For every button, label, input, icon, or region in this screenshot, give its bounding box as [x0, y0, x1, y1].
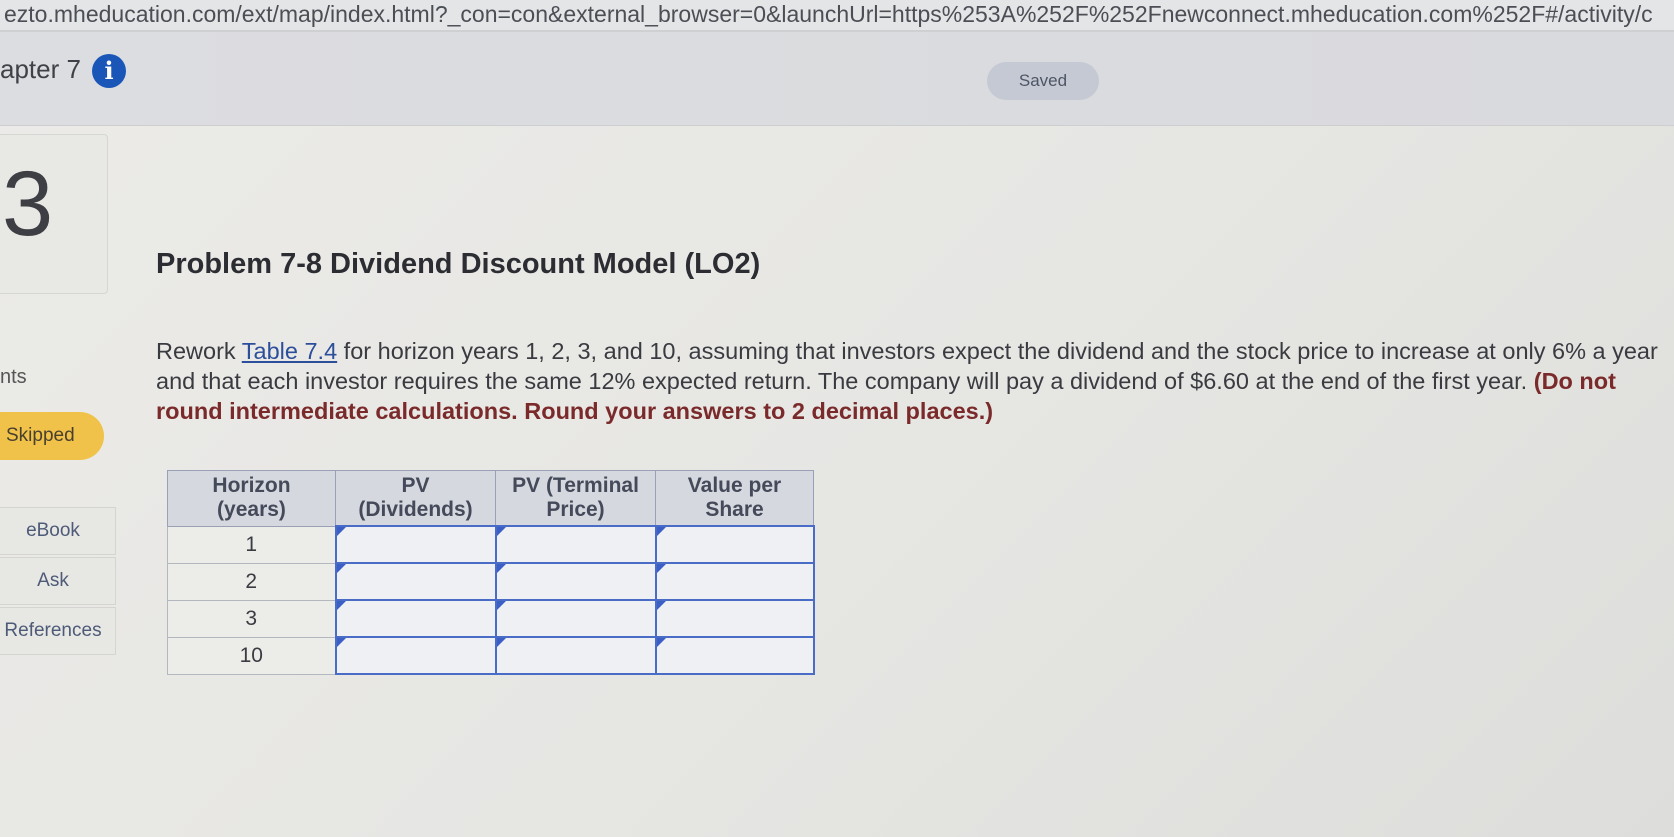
ask-button[interactable]: Ask — [0, 557, 116, 605]
prompt-text-after: for horizon years 1, 2, 3, and 10, assum… — [156, 338, 1658, 394]
header-pv-terminal-price: PV (Terminal Price) — [495, 470, 656, 527]
prompt-text-before: Rework — [156, 338, 242, 364]
pv-dividends-cell[interactable] — [334, 636, 497, 675]
answer-table: Horizon (years) PV (Dividends) PV (Termina… — [167, 470, 815, 675]
problem-prompt: Rework Table 7.4 for horizon years 1, 2,… — [156, 336, 1666, 426]
value-per-share-cell[interactable] — [654, 525, 815, 564]
horizon-cell: 1 — [167, 525, 336, 564]
value-per-share-input[interactable] — [656, 638, 813, 673]
header-value-per-share: Value per Share — [655, 470, 814, 527]
pv-terminal-input[interactable] — [496, 527, 655, 562]
value-per-share-input[interactable] — [656, 601, 813, 636]
url-text: ezto.mheducation.com/ext/map/index.html?… — [4, 1, 1653, 27]
pv-dividends-input[interactable] — [336, 527, 495, 562]
table-header-row: Horizon (years) PV (Dividends) PV (Termina… — [167, 470, 814, 527]
table-row: 3 — [167, 599, 815, 638]
pv-dividends-cell[interactable] — [334, 525, 497, 564]
header-pv-dividends: PV (Dividends) — [335, 470, 496, 527]
references-button[interactable]: References — [0, 607, 116, 655]
page: ezto.mheducation.com/ext/map/index.html?… — [0, 0, 1674, 837]
pv-dividends-cell[interactable] — [334, 599, 497, 638]
chapter-title: apter 7 — [0, 54, 81, 84]
pv-terminal-cell[interactable] — [494, 562, 657, 601]
skipped-status-badge: Skipped — [0, 412, 104, 460]
pv-terminal-cell[interactable] — [494, 599, 657, 638]
problem-title: Problem 7-8 Dividend Discount Model (LO2… — [156, 248, 761, 280]
table-row: 1 — [167, 525, 815, 564]
address-bar[interactable]: ezto.mheducation.com/ext/map/index.html?… — [0, 0, 1674, 32]
pv-dividends-cell[interactable] — [334, 562, 497, 601]
value-per-share-cell[interactable] — [654, 562, 815, 601]
pv-dividends-input[interactable] — [336, 638, 495, 673]
saved-status-badge: Saved — [987, 62, 1099, 100]
pv-dividends-input[interactable] — [336, 564, 495, 599]
pv-terminal-input[interactable] — [496, 564, 655, 599]
pv-terminal-cell[interactable] — [494, 525, 657, 564]
pv-terminal-input[interactable] — [496, 638, 655, 673]
horizon-cell: 3 — [167, 599, 336, 638]
points-label: nts — [0, 366, 27, 388]
assignment-header: apter 7 i Saved — [0, 32, 1674, 126]
table-7-4-link[interactable]: Table 7.4 — [242, 338, 337, 364]
pv-dividends-input[interactable] — [336, 601, 495, 636]
value-per-share-cell[interactable] — [654, 599, 815, 638]
header-horizon: Horizon (years) — [167, 470, 336, 527]
question-number: 3 — [2, 153, 54, 255]
ebook-button[interactable]: eBook — [0, 507, 116, 555]
pv-terminal-cell[interactable] — [494, 636, 657, 675]
info-icon[interactable]: i — [92, 54, 126, 88]
value-per-share-input[interactable] — [656, 527, 813, 562]
horizon-cell: 2 — [167, 562, 336, 601]
table-row: 10 — [167, 636, 815, 675]
value-per-share-input[interactable] — [656, 564, 813, 599]
value-per-share-cell[interactable] — [654, 636, 815, 675]
pv-terminal-input[interactable] — [496, 601, 655, 636]
horizon-cell: 10 — [167, 636, 336, 675]
table-row: 2 — [167, 562, 815, 601]
